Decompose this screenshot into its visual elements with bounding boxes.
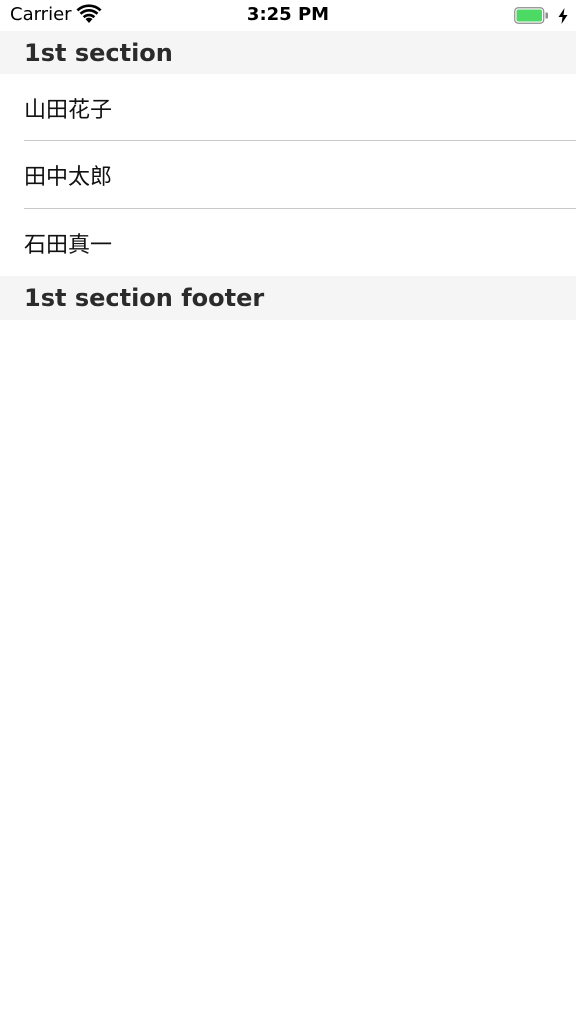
row-label: 田中太郎 bbox=[24, 165, 113, 190]
charging-bolt-icon bbox=[558, 8, 568, 24]
section-header-title: 1st section bbox=[24, 39, 173, 67]
section-footer: 1st section footer bbox=[0, 276, 576, 320]
table-row[interactable]: 山田花子 bbox=[0, 74, 576, 141]
table-row[interactable]: 石田真一 bbox=[0, 209, 576, 276]
status-time: 3:25 PM bbox=[246, 4, 330, 25]
section-footer-title: 1st section footer bbox=[24, 284, 265, 312]
row-label: 石田真一 bbox=[24, 233, 113, 258]
table-row[interactable]: 田中太郎 bbox=[0, 141, 576, 208]
row-label: 山田花子 bbox=[24, 98, 113, 123]
section-header: 1st section bbox=[0, 31, 576, 75]
status-bar: Carrier 3:25 PM bbox=[0, 0, 576, 32]
battery-icon bbox=[514, 7, 548, 24]
